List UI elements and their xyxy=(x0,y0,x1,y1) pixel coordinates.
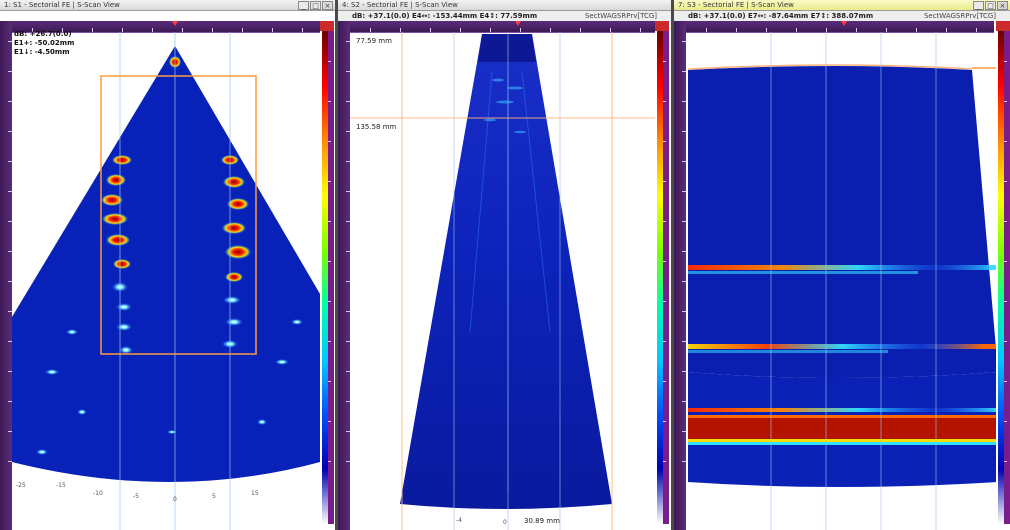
panel-2-depth-label-mid: 135.58 mm xyxy=(356,123,397,131)
minimize-icon[interactable]: _ xyxy=(973,1,984,10)
s-scan-panel-1[interactable]: 1: S1 - Sectorial FE | S-Scan View _ □ × xyxy=(0,0,335,530)
panel-1-title: 1: S1 - Sectorial FE | S-Scan View xyxy=(4,1,120,9)
panel-2-view-tag: SectWAGSRPrv[TCG] xyxy=(584,12,657,20)
maximize-icon[interactable]: □ xyxy=(985,1,996,10)
panel-1-e1-horizontal: E1+: -50.02mm xyxy=(14,39,75,47)
panel-1-e1-vertical: E1↓: -4.50mm xyxy=(14,48,70,56)
panel-3-linear-scan-image[interactable] xyxy=(686,32,999,530)
x-label: 0 xyxy=(503,519,507,526)
panel-3-readout-bar: dB: +37.1(0.0) E7↔: -87.64mm E7↕: 388.07… xyxy=(674,11,1010,21)
panel-2-readout-bar: dB: +37.1(0.0) E4↔: -153.44mm E4↕: 77.59… xyxy=(338,11,671,21)
panel-3-window-controls: _ □ × xyxy=(973,1,1008,10)
ruler-position-marker[interactable] xyxy=(172,21,178,26)
s-scan-panel-3[interactable]: 7: S3 - Sectorial FE | S-Scan View _ □ ×… xyxy=(674,0,1010,530)
close-icon[interactable]: × xyxy=(322,1,333,10)
x-label: -5 xyxy=(133,493,139,500)
panel-1-vertical-ruler[interactable] xyxy=(0,21,12,530)
panel-2-depth-label-top: 77.59 mm xyxy=(356,37,392,45)
s-scan-panel-2[interactable]: 4: S2 - Sectorial FE | S-Scan View dB: +… xyxy=(338,0,671,530)
panel-1-sectorial-scan-image[interactable] xyxy=(12,32,320,530)
panel-2-readout: dB: +37.1(0.0) E4↔: -153.44mm E4↕: 77.59… xyxy=(352,12,538,20)
panel-3-vertical-ruler[interactable] xyxy=(674,21,686,530)
panel-3-scan-svg xyxy=(687,32,999,530)
minimize-icon[interactable]: _ xyxy=(298,1,309,10)
panel-1-cursor-readout: dB: +26.7(0.0) E1+: -50.02mm E1↓: -4.50m… xyxy=(14,30,74,57)
panel-2-titlebar[interactable]: 4: S2 - Sectorial FE | S-Scan View xyxy=(338,0,671,11)
panel-2-title: 4: S2 - Sectorial FE | S-Scan View xyxy=(342,1,458,9)
panel-1-color-palette[interactable] xyxy=(320,21,334,530)
maximize-icon[interactable]: □ xyxy=(310,1,321,10)
x-label: -15 xyxy=(56,482,66,489)
panel-2-scan-svg xyxy=(350,32,655,530)
panel-1-scan-svg xyxy=(12,32,320,530)
x-label: 5 xyxy=(212,493,216,500)
panel-2-vertical-ruler[interactable] xyxy=(338,21,350,530)
x-label: -4 xyxy=(456,517,462,524)
panel-3-color-palette[interactable] xyxy=(996,21,1010,530)
panel-1-gain-readout: dB: +26.7(0.0) xyxy=(14,30,72,38)
panel-1-window-controls: _ □ × xyxy=(298,1,333,10)
panel-3-title: 7: S3 - Sectorial FE | S-Scan View xyxy=(678,1,794,9)
panel-2-sectorial-scan-image[interactable] xyxy=(350,32,655,530)
x-label: -25 xyxy=(16,482,26,489)
ruler-position-marker[interactable] xyxy=(841,21,847,26)
x-label: 0 xyxy=(173,496,177,503)
panel-3-titlebar[interactable]: 7: S3 - Sectorial FE | S-Scan View _ □ × xyxy=(674,0,1010,11)
x-label: -10 xyxy=(93,490,103,497)
panel-2-color-palette[interactable] xyxy=(655,21,669,530)
panel-3-readout: dB: +37.1(0.0) E7↔: -87.64mm E7↕: 388.07… xyxy=(688,12,874,20)
x-label: 15 xyxy=(251,490,259,497)
panel-1-titlebar[interactable]: 1: S1 - Sectorial FE | S-Scan View _ □ × xyxy=(0,0,335,11)
close-icon[interactable]: × xyxy=(997,1,1008,10)
panel-3-view-tag: SectWAGSRPrv[TCG] xyxy=(923,12,996,20)
panel-2-width-label: 30.89 mm xyxy=(524,517,560,525)
ruler-position-marker[interactable] xyxy=(515,21,521,26)
